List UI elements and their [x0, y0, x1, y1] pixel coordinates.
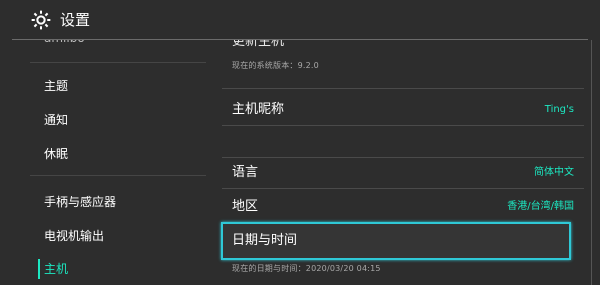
system-version-caption: 现在的系统版本：9.2.0: [232, 61, 319, 70]
scrollbar[interactable]: [591, 40, 592, 285]
sidebar-item-theme[interactable]: 主题: [44, 79, 68, 93]
region-label[interactable]: 地区: [232, 199, 258, 215]
sidebar-item-controllers[interactable]: 手柄与感应器: [44, 195, 116, 209]
console-nickname-value: Ting's: [544, 104, 574, 115]
row-divider: [222, 157, 584, 158]
sidebar-item-sleep[interactable]: 休眠: [44, 147, 68, 161]
region-value: 香港/台湾/韩国: [507, 201, 574, 212]
sidebar: amiibo 主题 通知 休眠 手柄与感应器 电视机输出 主机: [0, 40, 210, 285]
row-divider: [222, 188, 584, 189]
language-label[interactable]: 语言: [232, 165, 258, 181]
row-divider: [222, 88, 584, 89]
sidebar-item-system[interactable]: 主机: [44, 262, 68, 276]
date-time-label[interactable]: 日期与时间: [232, 233, 297, 249]
language-value: 简体中文: [534, 167, 574, 178]
sidebar-item-tv-output[interactable]: 电视机输出: [44, 229, 104, 243]
row-divider: [222, 125, 584, 126]
main-panel: 更新主机 现在的系统版本：9.2.0 主机昵称 Ting's 语言 简体中文 地…: [210, 40, 600, 285]
console-nickname-label[interactable]: 主机昵称: [232, 102, 284, 118]
gear-icon: [31, 10, 51, 30]
update-console-option[interactable]: 更新主机: [232, 40, 284, 49]
sidebar-item-notifications[interactable]: 通知: [44, 113, 68, 127]
header-bar: 设置: [0, 0, 600, 40]
sidebar-divider: [30, 175, 206, 176]
sidebar-divider: [30, 62, 206, 63]
sidebar-active-indicator: [38, 259, 40, 279]
page-title: 设置: [60, 11, 91, 29]
current-datetime-caption: 现在的日期与时间：2020/03/20 04:15: [232, 264, 381, 273]
sidebar-item-amiibo[interactable]: amiibo: [44, 40, 85, 45]
